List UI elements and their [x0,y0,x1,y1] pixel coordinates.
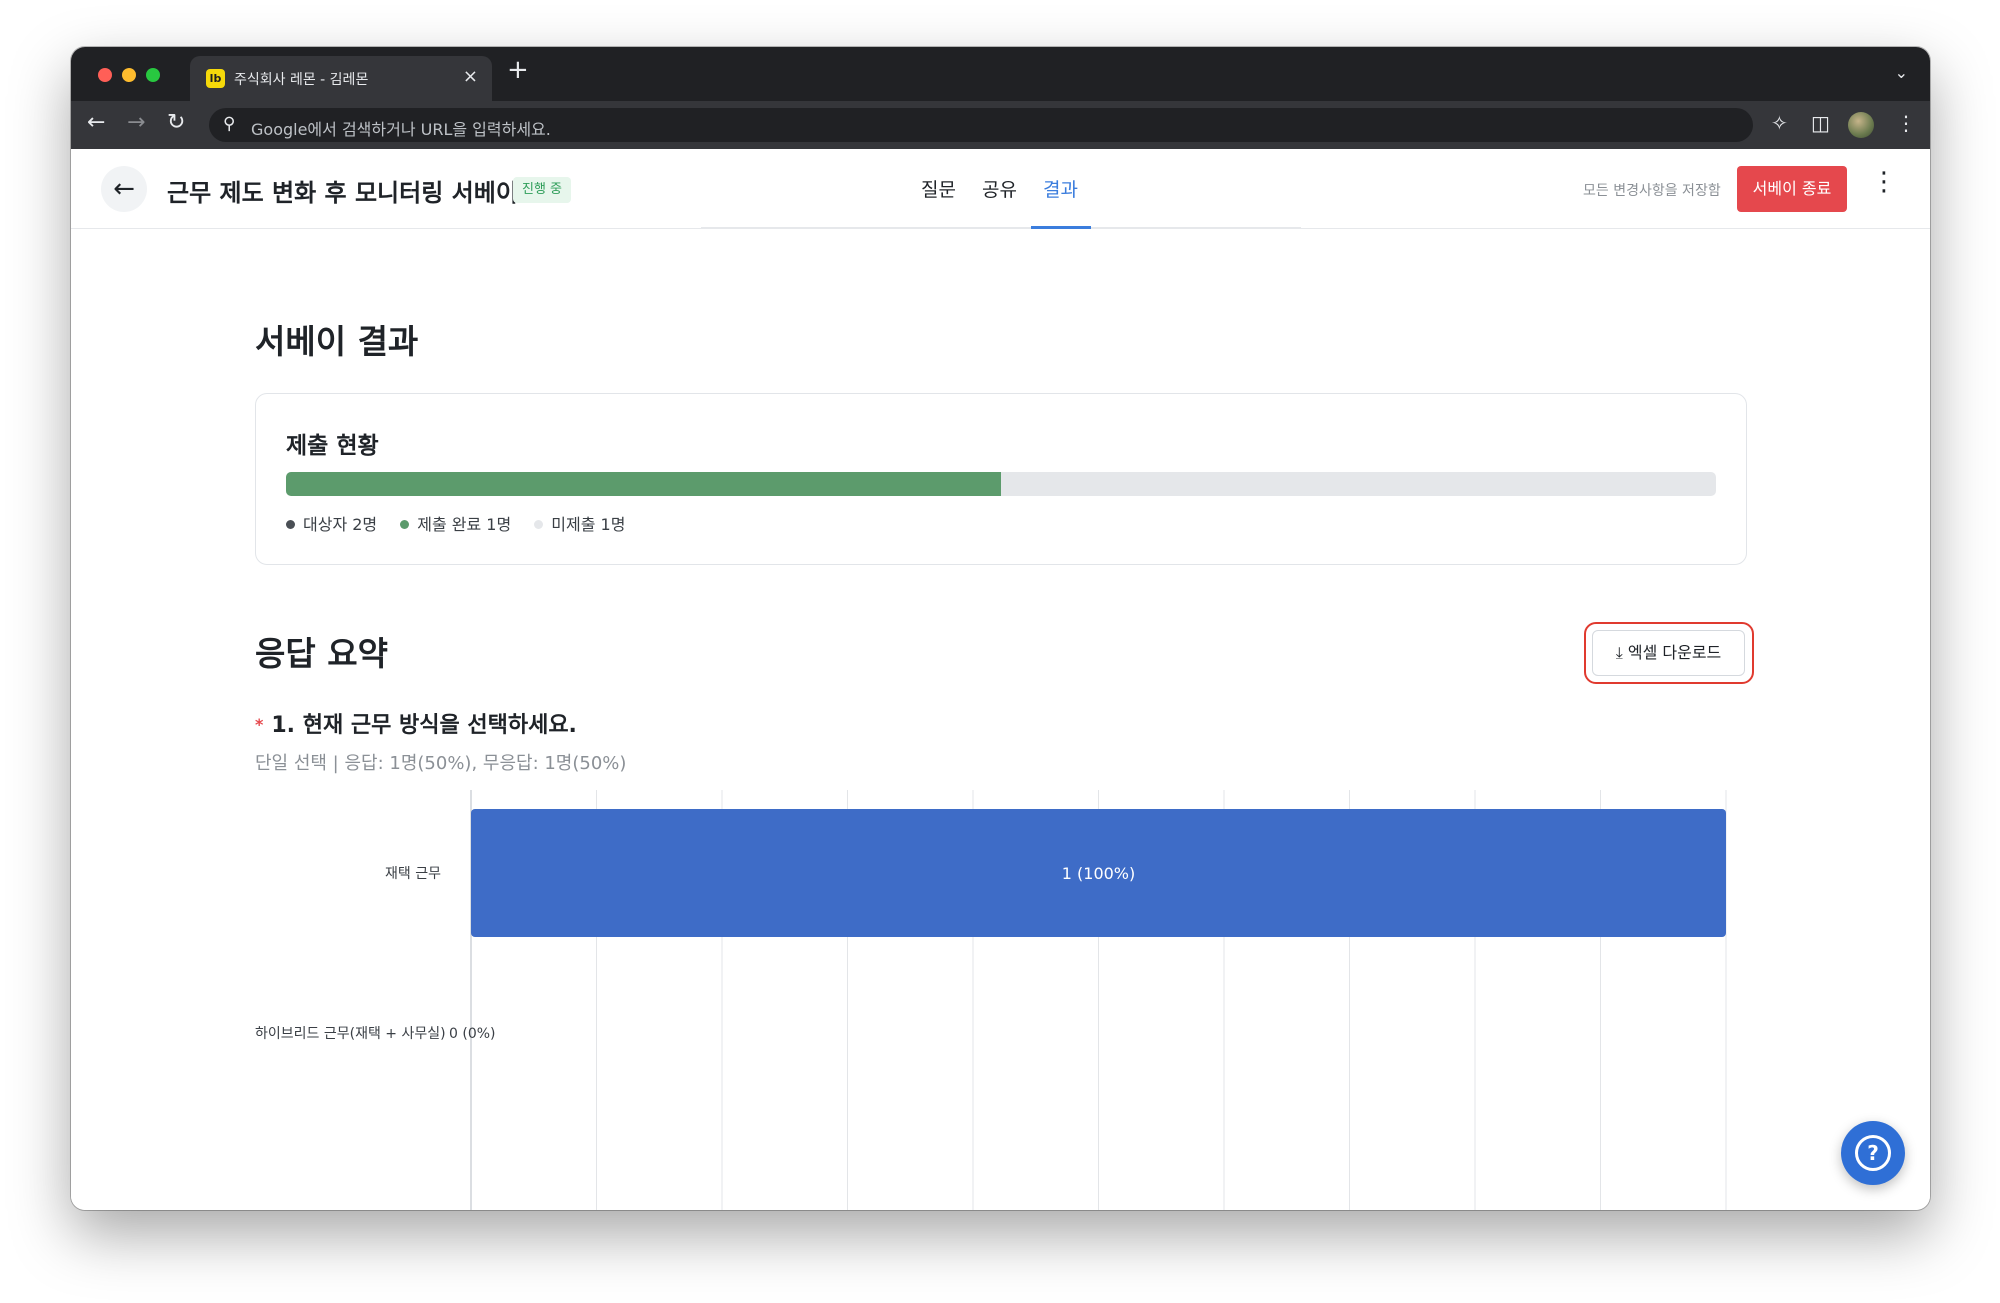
help-question-icon: ? [1855,1135,1891,1171]
submission-status-card: 제출 현황 대상자 2명 제출 완료 1명 미제출 1명 [255,393,1747,565]
close-window-button[interactable] [98,68,112,82]
required-mark: * [255,715,264,734]
browser-back-icon[interactable]: ← [87,112,105,134]
close-tab-icon[interactable]: × [463,66,478,87]
excel-download-label: 엑셀 다운로드 [1627,643,1722,662]
help-button[interactable]: ? [1841,1121,1905,1185]
survey-page: ← 근무 제도 변화 후 모니터링 서베이 진행 중 질문 공유 결과 모든 변… [71,149,1930,1210]
reload-icon[interactable]: ↻ [167,112,185,134]
legend-item-not-submitted: 미제출 1명 [534,511,625,535]
submission-progress-bar [286,472,1716,496]
chart-category-label: 하이브리드 근무(재택 + 사무실) [255,1026,446,1042]
question-text: 1. 현재 근무 방식을 선택하세요. [271,713,577,738]
active-tab-indicator [1031,226,1091,229]
more-options-icon[interactable]: ⋮ [1871,169,1897,195]
address-bar-placeholder: Google에서 검색하거나 URL을 입력하세요. [251,120,551,139]
summary-heading: 응답 요약 [255,634,388,673]
chart-data-label: 1 (100%) [1062,864,1136,883]
browser-window: lb 주식회사 레몬 - 김레몬 × + ⌄ ← → ↻ ⚲ Google에서 … [71,47,1930,1210]
browser-tab[interactable]: lb 주식회사 레몬 - 김레몬 × [190,56,492,101]
tab-results[interactable]: 결과 [1043,175,1078,202]
chart-category-label: 재택 근무 [385,866,441,882]
favicon-icon: lb [206,69,225,88]
minimize-window-button[interactable] [122,68,136,82]
tabs-divider [701,227,1301,228]
results-heading: 서베이 결과 [255,322,419,361]
chart-data-label: 0 (0%) [449,1026,496,1042]
survey-header: ← 근무 제도 변화 후 모니터링 서베이 진행 중 질문 공유 결과 모든 변… [71,149,1930,229]
browser-toolbar: ← → ↻ ⚲ Google에서 검색하거나 URL을 입력하세요. ✧ ◫ ⋮ [71,101,1930,149]
search-icon: ⚲ [223,114,236,134]
legend-dot [534,520,544,529]
excel-download-button[interactable]: ⤓ 엑셀 다운로드 [1592,630,1745,676]
tab-questions[interactable]: 질문 [921,175,956,202]
extensions-puzzle-icon[interactable]: ✧ [1771,113,1788,133]
maximize-window-button[interactable] [146,68,160,82]
submission-legend: 대상자 2명 제출 완료 1명 미제출 1명 [286,511,643,535]
legend-dot [286,520,295,529]
question-title: * 1. 현재 근무 방식을 선택하세요. [255,707,577,739]
tab-search-chevron-icon[interactable]: ⌄ [1895,63,1908,82]
legend-dot [400,520,410,529]
new-tab-button[interactable]: + [507,57,529,83]
chart-bar [471,809,1726,937]
tab-title: 주식회사 레몬 - 김레몬 [234,72,369,88]
tab-share[interactable]: 공유 [982,175,1017,202]
legend-label: 대상자 2명 [303,515,378,534]
tab-bar: lb 주식회사 레몬 - 김레몬 × + ⌄ [71,47,1930,101]
submission-progress-fill [286,472,1001,496]
legend-label: 제출 완료 1명 [417,515,512,534]
question-meta: 단일 선택 | 응답: 1명(50%), 무응답: 1명(50%) [255,753,627,774]
browser-menu-icon[interactable]: ⋮ [1896,113,1916,133]
legend-item-target: 대상자 2명 [286,511,377,535]
submission-title: 제출 현황 [286,433,379,459]
browser-forward-icon[interactable]: → [127,112,145,134]
download-icon: ⤓ [1615,643,1623,662]
save-status: 모든 변경사항을 저장함 [1583,183,1721,199]
legend-label: 미제출 1명 [551,515,626,534]
legend-item-submitted: 제출 완료 1명 [400,511,511,535]
end-survey-button[interactable]: 서베이 종료 [1737,166,1847,212]
side-panel-icon[interactable]: ◫ [1811,113,1830,133]
address-bar[interactable]: ⚲ Google에서 검색하거나 URL을 입력하세요. [209,108,1753,142]
profile-avatar[interactable] [1848,112,1874,138]
